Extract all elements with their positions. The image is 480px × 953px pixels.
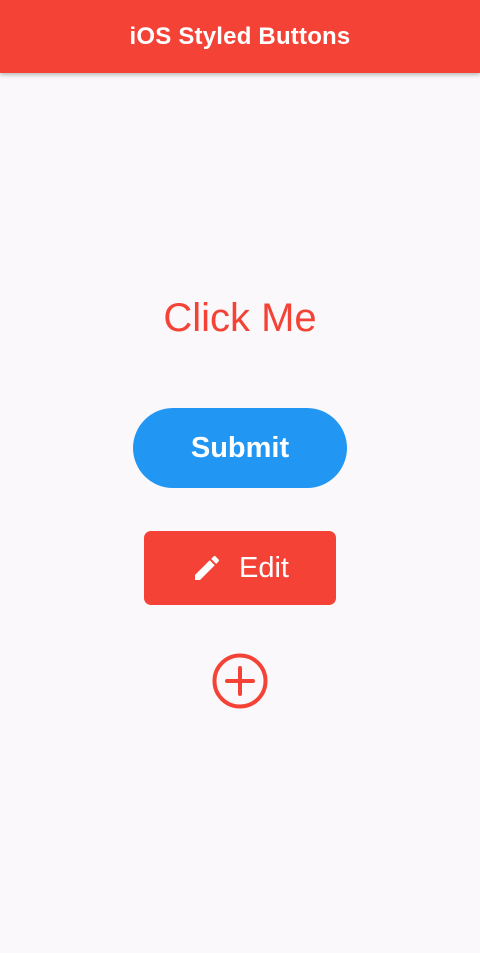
submit-button[interactable]: Submit: [133, 408, 347, 488]
app-bar: iOS Styled Buttons: [0, 0, 480, 73]
app-title: iOS Styled Buttons: [129, 22, 351, 50]
edit-button[interactable]: Edit: [144, 531, 336, 605]
add-circle-outline-icon: [212, 653, 268, 709]
edit-button-label: Edit: [239, 551, 289, 584]
add-button[interactable]: [211, 652, 269, 710]
pencil-icon: [191, 552, 223, 584]
click-me-button[interactable]: Click Me: [0, 290, 480, 346]
